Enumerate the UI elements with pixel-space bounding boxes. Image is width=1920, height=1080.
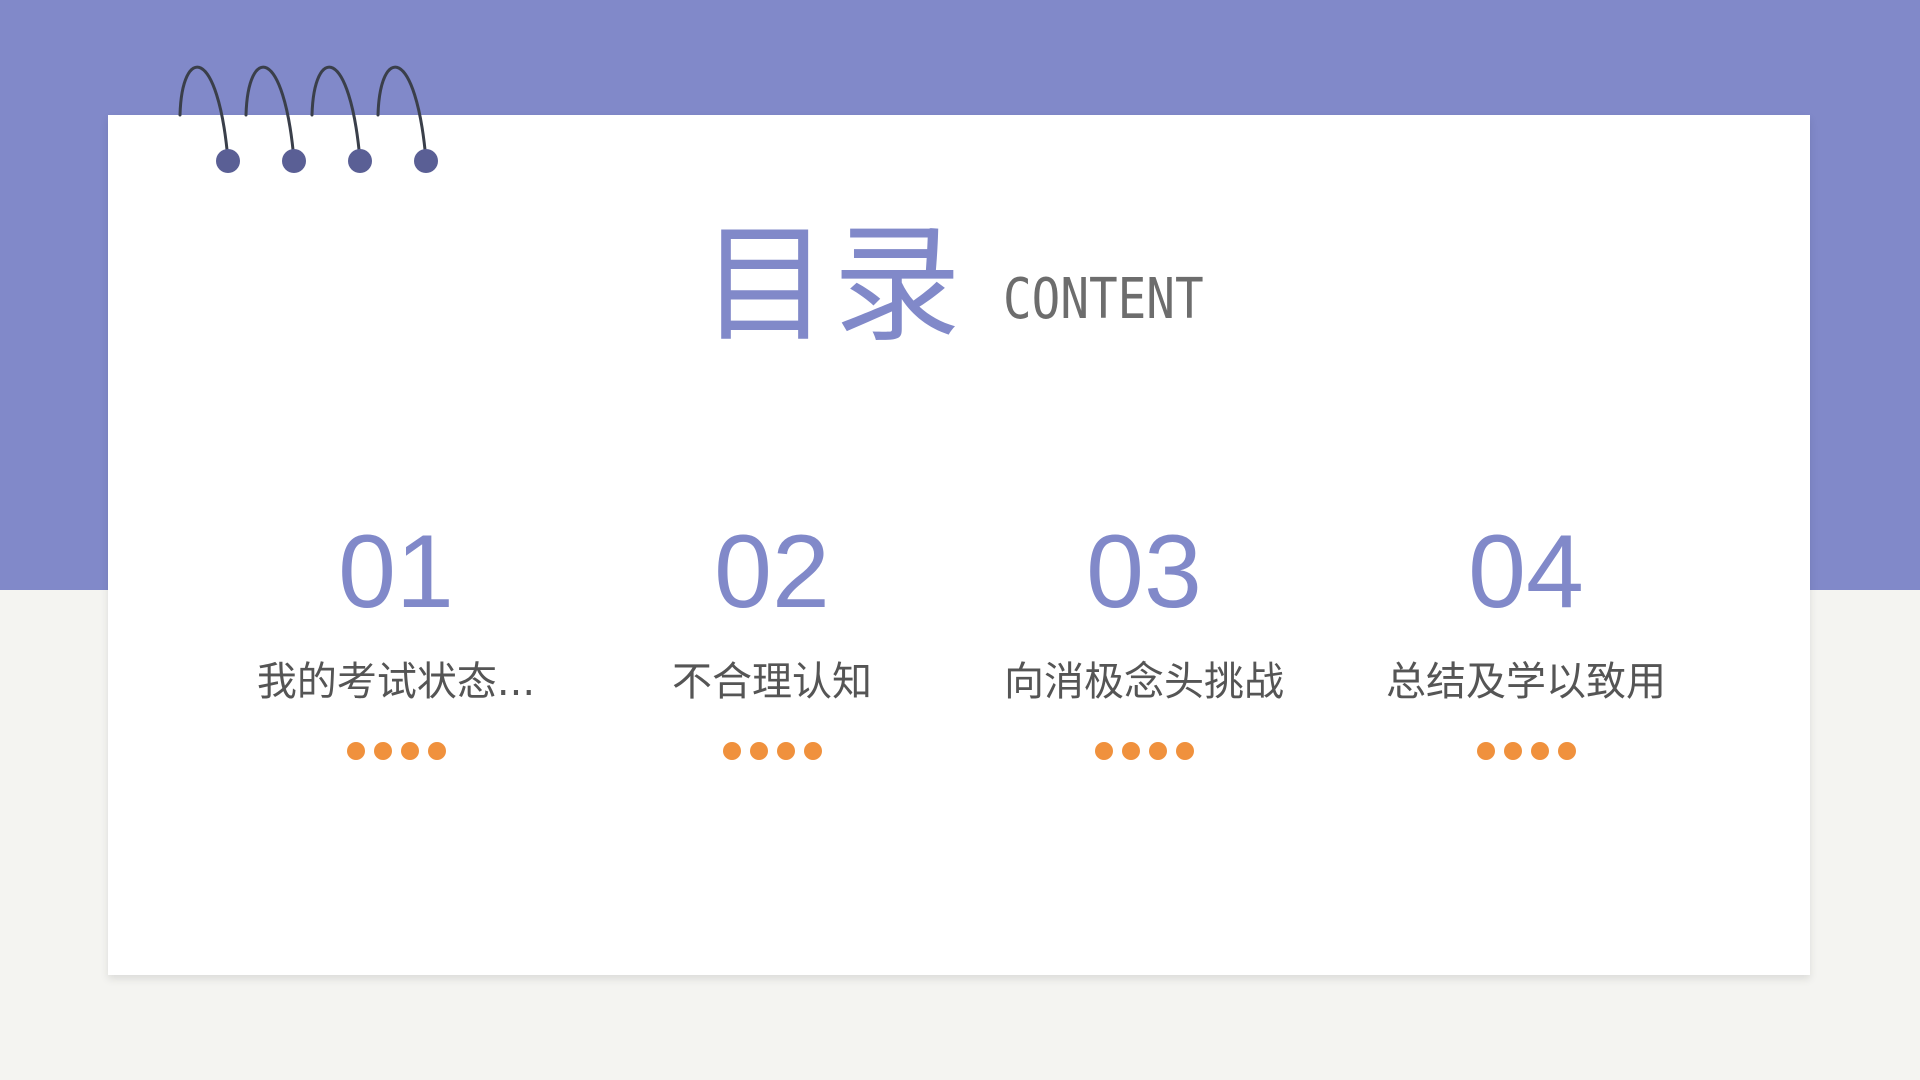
toc-item-1[interactable]: 01 我的考试状态... — [206, 520, 586, 760]
page-subtitle: CONTENT — [1003, 267, 1204, 332]
dot — [1557, 742, 1576, 760]
dot — [1530, 742, 1549, 760]
toc-number: 01 — [338, 514, 454, 630]
toc-label: 总结及学以致用 — [1386, 659, 1666, 705]
dot — [1094, 742, 1113, 760]
toc-number: 04 — [1468, 514, 1584, 630]
dot — [749, 742, 768, 760]
dot — [400, 742, 419, 760]
page-title: 目录 — [700, 211, 965, 360]
notebook-rings-icon — [178, 65, 438, 173]
dot — [346, 742, 365, 760]
toc-number: 03 — [1086, 514, 1202, 630]
dot — [803, 742, 822, 760]
dot — [1503, 742, 1522, 760]
toc-label: 向消极念头挑战 — [1004, 659, 1284, 705]
slide: 目录 CONTENT 01 我的考试状态... 02 不合理认知 03 向消极念… — [0, 0, 1920, 1080]
toc-item-3[interactable]: 03 向消极念头挑战 — [954, 520, 1334, 760]
dot — [722, 742, 741, 760]
toc-item-2[interactable]: 02 不合理认知 — [582, 520, 962, 760]
toc-item-4[interactable]: 04 总结及学以致用 — [1336, 520, 1716, 760]
toc-label: 我的考试状态... — [256, 659, 536, 705]
dots-decoration — [954, 742, 1334, 760]
dots-decoration — [1336, 742, 1716, 760]
dot — [1148, 742, 1167, 760]
dot — [1175, 742, 1194, 760]
dot — [373, 742, 392, 760]
dots-decoration — [206, 742, 586, 760]
toc-number: 02 — [714, 514, 830, 630]
dot — [1476, 742, 1495, 760]
title-row: 目录 CONTENT — [0, 210, 1920, 350]
toc-label: 不合理认知 — [672, 659, 872, 705]
dot — [1121, 742, 1140, 760]
dot — [427, 742, 446, 760]
dots-decoration — [582, 742, 962, 760]
dot — [776, 742, 795, 760]
